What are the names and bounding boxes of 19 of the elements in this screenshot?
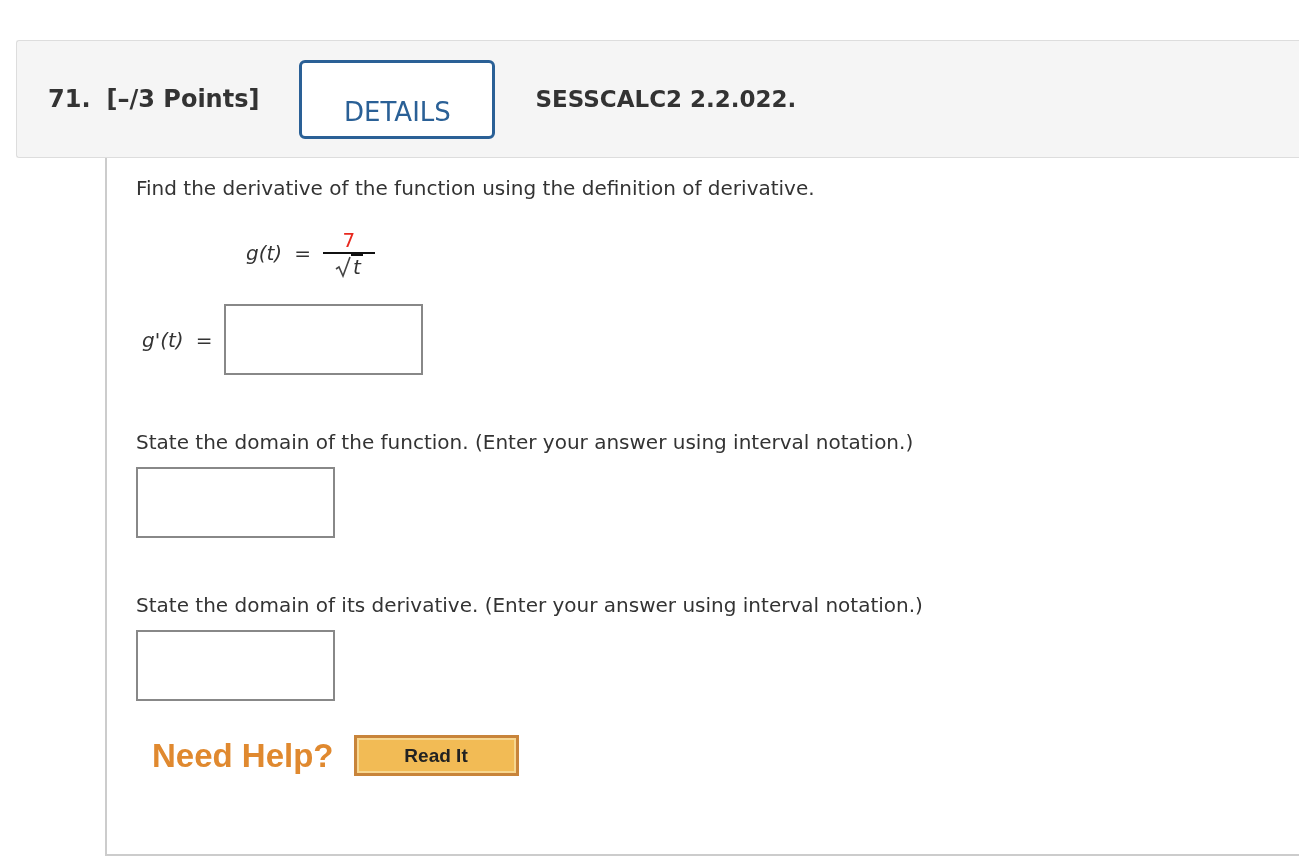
question-text: State the domain of its derivative. (Enter your answer using interval notation.): [136, 593, 924, 617]
question-text: Find the derivative of the function using the definition of derivative.: [136, 176, 816, 200]
answer-field[interactable]: [136, 630, 335, 701]
square-root-icon: [335, 256, 351, 278]
question-source: SESSCALC2 2.2.022.: [535, 86, 797, 112]
question-text: State the domain of the function. (Enter your answer using interval notation.): [136, 430, 915, 454]
read-it-button[interactable]: Read It: [353, 735, 519, 776]
answer-field[interactable]: [136, 467, 335, 538]
need-help-label: Need Help?: [152, 736, 334, 775]
radicand: t: [351, 254, 363, 278]
details-button[interactable]: DETAILS: [299, 59, 496, 139]
function-name: g(t): [246, 241, 283, 265]
points-label: [–/3 Points]: [106, 85, 260, 113]
question-number: 71.: [48, 85, 91, 113]
answer-field[interactable]: [224, 304, 424, 375]
derivative-label: g'(t): [142, 327, 184, 352]
equals-sign: =: [195, 327, 213, 352]
equals-sign: =: [294, 241, 311, 265]
numerator: 7: [342, 228, 356, 252]
